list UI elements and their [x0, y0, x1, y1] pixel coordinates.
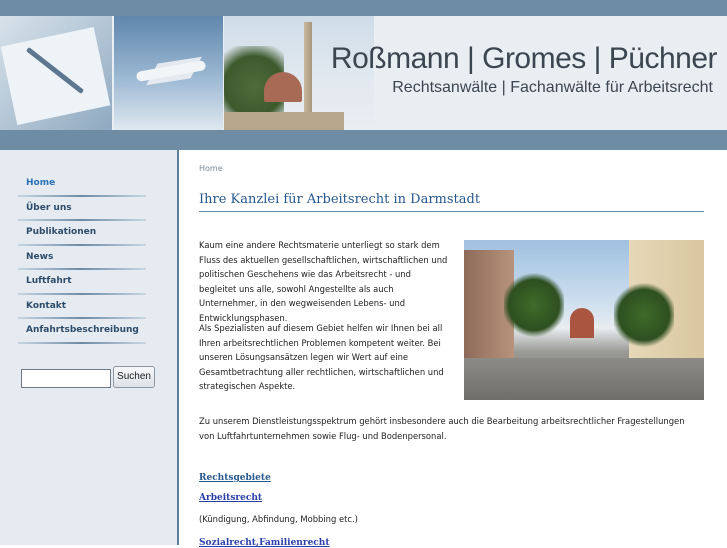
- street-photo: [464, 240, 704, 400]
- nav-label: Über uns: [26, 202, 72, 213]
- nav-label: Luftfahrt: [26, 276, 72, 286]
- sidebar: Home Über uns Publikationen News Luftfah…: [0, 150, 179, 545]
- nav-label: Kontakt: [26, 300, 67, 311]
- nav-item-news[interactable]: News: [18, 246, 150, 270]
- nav-item-anfahrtsbeschreibung[interactable]: Anfahrtsbeschreibung: [18, 319, 150, 344]
- header-bottom-bar: [0, 130, 727, 150]
- nav-label: Publikationen: [26, 227, 97, 237]
- link-arbeitsrecht[interactable]: Arbeitsrecht: [199, 493, 262, 503]
- page-title: Ihre Kanzlei für Arbeitsrecht in Darmsta…: [199, 192, 481, 207]
- header-banner: Roßmann | Gromes | Püchner Rechtsanwälte…: [0, 16, 727, 130]
- search-input[interactable]: [21, 369, 111, 388]
- nav-label: News: [26, 251, 54, 262]
- link-sozialrecht-familienrecht[interactable]: Sozialrecht,Familienrecht: [199, 538, 330, 548]
- specialist-paragraph: Als Spezialisten auf diesem Gebiet helfe…: [199, 323, 444, 392]
- nav-item-publikationen[interactable]: Publikationen: [18, 221, 150, 246]
- nav-item-kontakt[interactable]: Kontakt: [18, 295, 150, 319]
- nav-item-luftfahrt[interactable]: Luftfahrt: [18, 270, 150, 295]
- nav-label: Anfahrtsbeschreibung: [26, 325, 139, 335]
- brand-names: Roßmann | Gromes | Püchner: [330, 42, 718, 75]
- airplane-image: [114, 16, 223, 130]
- main-navigation: Home Über uns Publikationen News Luftfah…: [18, 172, 150, 344]
- main-content: Home Ihre Kanzlei für Arbeitsrecht in Da…: [179, 150, 727, 548]
- search-button[interactable]: Suchen: [113, 366, 155, 388]
- breadcrumb[interactable]: Home: [199, 164, 223, 173]
- services-paragraph: Zu unserem Dienstleistungsspektrum gehör…: [199, 416, 685, 441]
- writing-hand-image: [0, 16, 112, 130]
- intro-paragraph: Kaum eine andere Rechtsmaterie unterlieg…: [199, 240, 448, 323]
- title-divider: [199, 211, 704, 212]
- brand-subtitle: Rechtsanwälte | Fachanwälte für Arbeitsr…: [392, 79, 713, 96]
- arbeitsrecht-note: (Kündigung, Abfindung, Mobbing etc.): [199, 514, 358, 524]
- brand-logo: Roßmann | Gromes | Püchner Rechtsanwälte…: [331, 16, 727, 130]
- nav-label: Home: [26, 178, 56, 188]
- top-bar: [0, 0, 727, 16]
- nav-item-home[interactable]: Home: [18, 172, 150, 197]
- nav-item-ueber-uns[interactable]: Über uns: [18, 197, 150, 221]
- link-rechtsgebiete[interactable]: Rechtsgebiete: [199, 473, 271, 483]
